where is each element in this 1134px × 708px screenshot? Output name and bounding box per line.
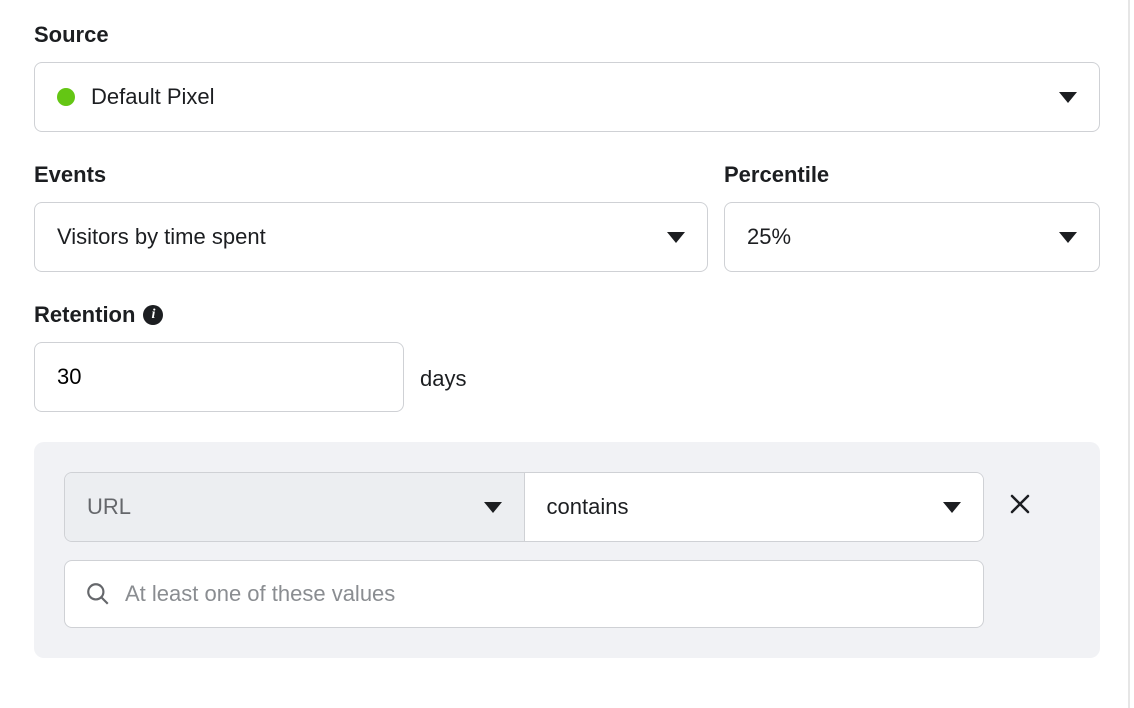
source-select-value: Default Pixel: [91, 84, 215, 110]
filter-operator-value: contains: [547, 494, 629, 520]
close-icon: [1008, 492, 1032, 516]
panel-divider: [1128, 0, 1130, 708]
remove-filter-button[interactable]: [1002, 486, 1038, 528]
events-label: Events: [34, 162, 708, 188]
percentile-select[interactable]: 25%: [724, 202, 1100, 272]
chevron-down-icon: [943, 502, 961, 513]
chevron-down-icon: [484, 502, 502, 513]
filter-field-value: URL: [87, 494, 131, 520]
events-select[interactable]: Visitors by time spent: [34, 202, 708, 272]
chevron-down-icon: [1059, 92, 1077, 103]
percentile-label: Percentile: [724, 162, 1100, 188]
info-icon[interactable]: i: [143, 305, 163, 325]
filter-panel: URL contains: [34, 442, 1100, 658]
retention-input[interactable]: [34, 342, 404, 412]
filter-field-select[interactable]: URL: [65, 473, 525, 541]
filter-operator-select[interactable]: contains: [525, 473, 984, 541]
percentile-select-value: 25%: [747, 224, 791, 250]
chevron-down-icon: [667, 232, 685, 243]
chevron-down-icon: [1059, 232, 1077, 243]
source-label: Source: [34, 22, 1100, 48]
status-dot-icon: [57, 88, 75, 106]
filter-value-field[interactable]: [64, 560, 984, 628]
filter-value-input[interactable]: [125, 581, 963, 607]
events-select-value: Visitors by time spent: [57, 224, 266, 250]
retention-label-text: Retention: [34, 302, 135, 328]
retention-unit: days: [420, 366, 466, 392]
retention-label: Retention i: [34, 302, 404, 328]
search-icon: [85, 581, 111, 607]
source-select[interactable]: Default Pixel: [34, 62, 1100, 132]
